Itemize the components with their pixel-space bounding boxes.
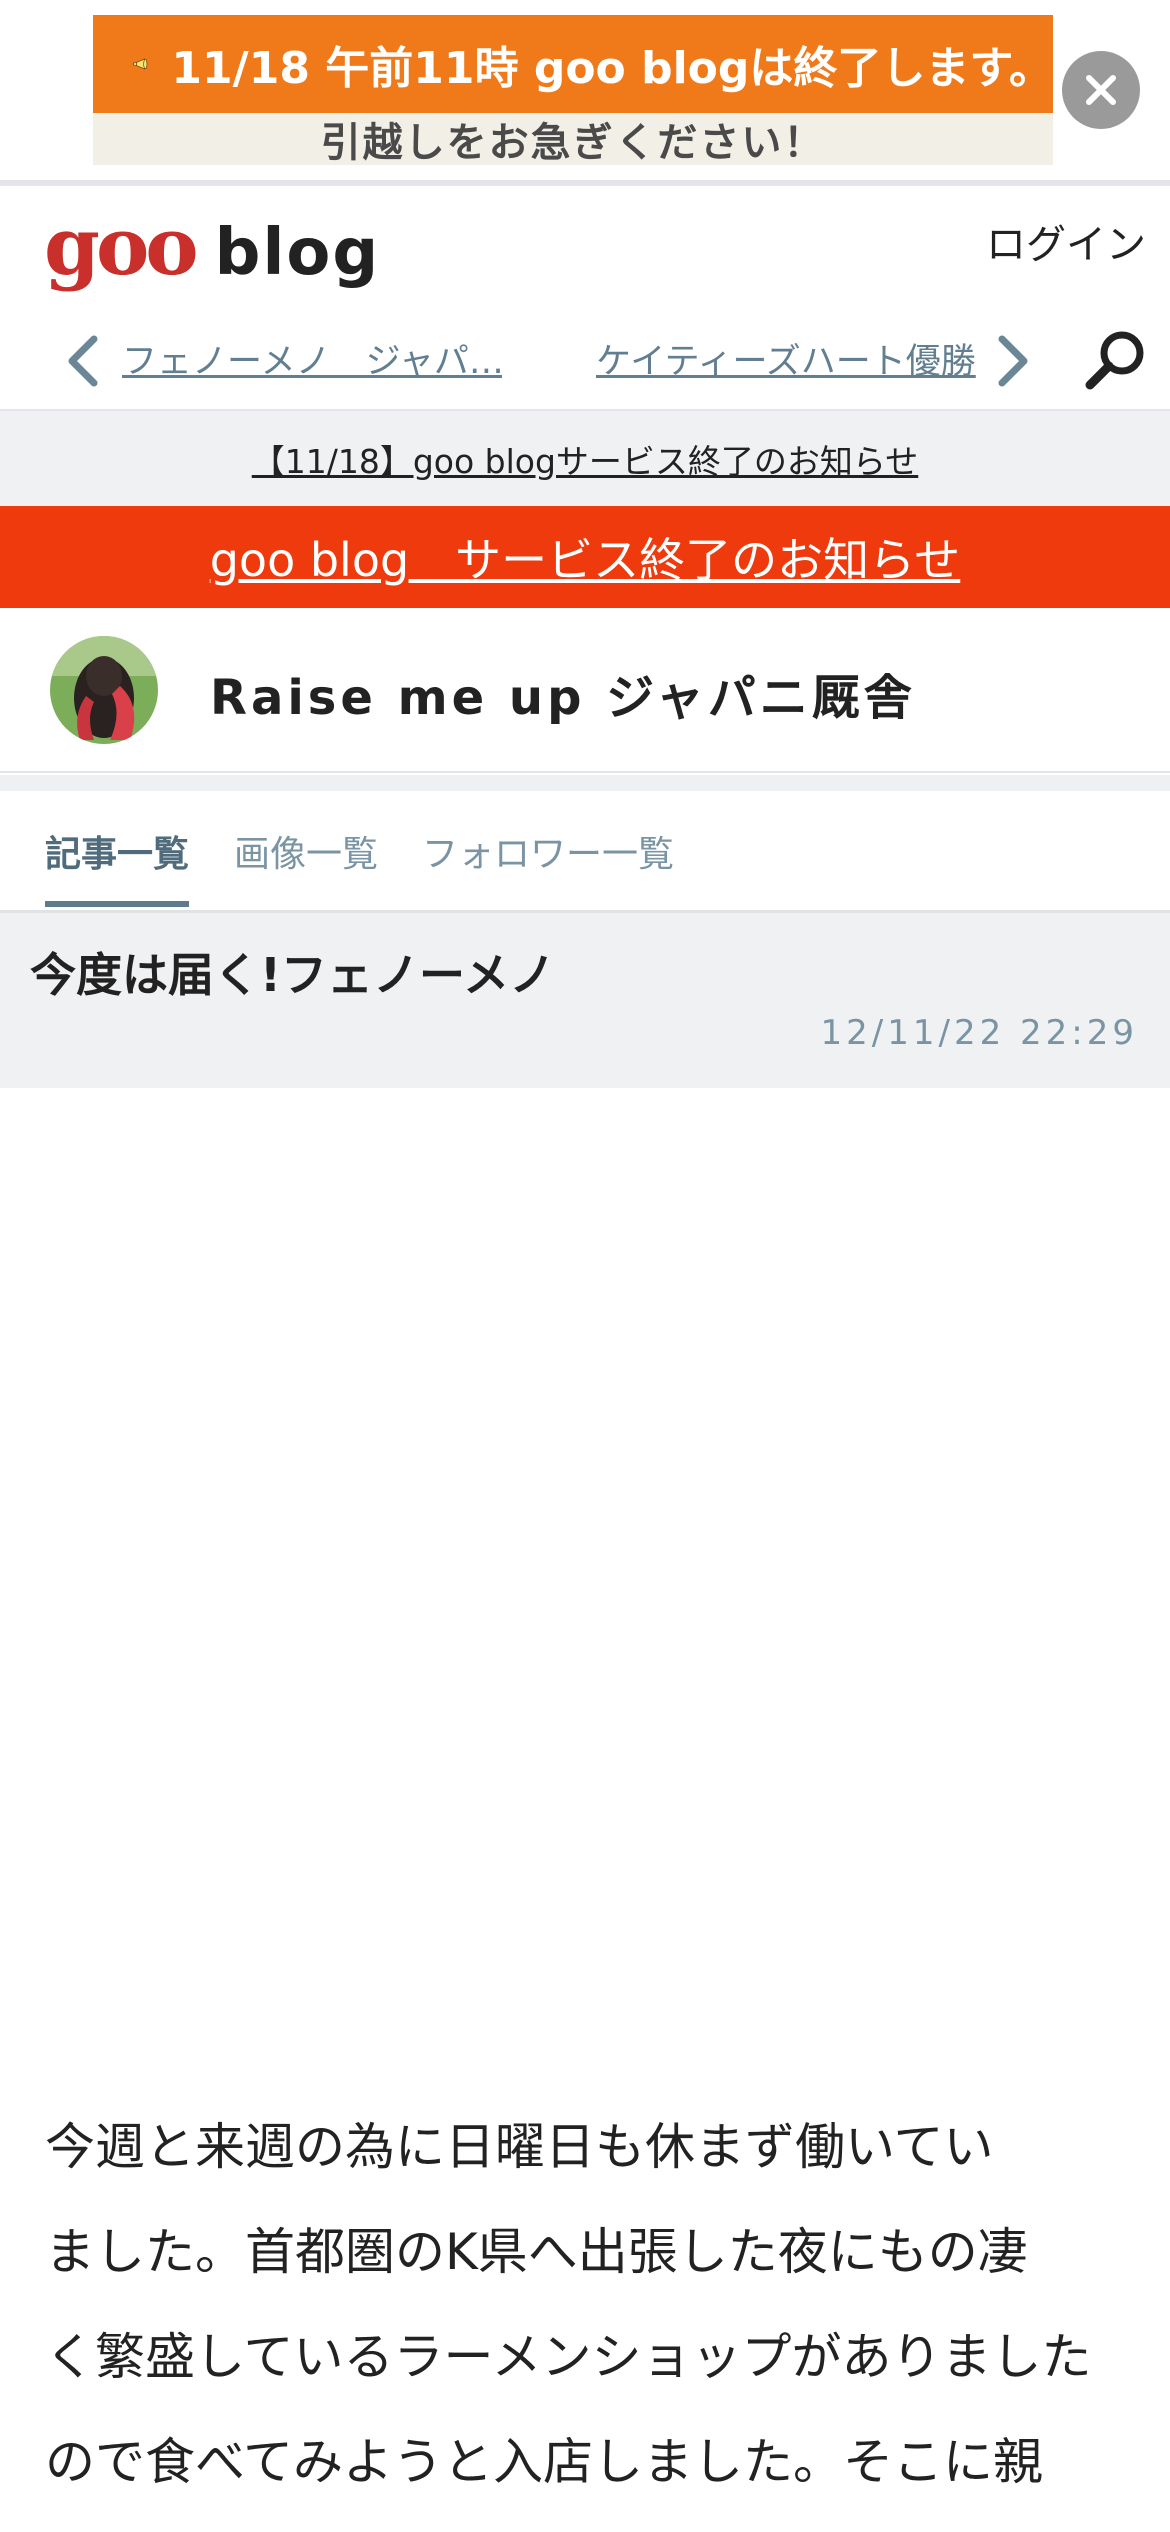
login-link[interactable]: ログイン [986, 212, 1146, 270]
article-image-area [0, 1088, 1170, 2048]
blog-name[interactable]: Raise me up ジャパニ厩舎 [210, 658, 916, 728]
search-icon[interactable] [1082, 327, 1148, 393]
tab-image-list[interactable]: 画像一覧 [234, 825, 378, 877]
tab-follower-list[interactable]: フォロワー一覧 [422, 825, 674, 877]
logo-goo-text: goo [44, 199, 199, 293]
body-line: く繁盛しているラーメンショップがありました [45, 2328, 1092, 2386]
close-icon [1086, 75, 1116, 105]
next-article-link[interactable]: ケイティーズハート優勝 [596, 333, 976, 384]
article-title: 今度は届く!フェノーメノ [30, 948, 556, 1002]
banner-text: goo blog サービス終了のお知らせ [209, 533, 961, 587]
ad-close-button[interactable] [1062, 51, 1140, 129]
megaphone-icon [133, 58, 148, 70]
tab-article-list[interactable]: 記事一覧 [45, 825, 189, 877]
chevron-left-icon[interactable] [60, 331, 108, 391]
divider [0, 775, 1170, 791]
logo-blog-text: blog [214, 216, 381, 290]
blog-title-bar: Raise me up ジャパニ厩舎 [0, 608, 1170, 773]
article-body: 今週と来週の為に日曜日も休まず働いてい ました。首都圏のK県へ出張した夜にもの凄… [45, 2095, 1135, 2515]
active-tab-indicator [45, 901, 189, 907]
ad-headline: 11/18 午前11時 goo blogは終了します。 [171, 43, 1053, 94]
avatar-image [50, 636, 158, 744]
service-end-banner[interactable]: goo blog サービス終了のお知らせ [0, 506, 1170, 608]
chevron-right-icon[interactable] [988, 331, 1036, 391]
blog-tabs: 記事一覧 画像一覧 フォロワー一覧 [0, 791, 1170, 913]
body-line: ました。首都圏のK県へ出張した夜にもの凄 [45, 2223, 1028, 2281]
goo-blog-logo[interactable]: goo blog [44, 206, 380, 286]
article-navigation: フェノーメノ ジャパ… ケイティーズハート優勝 [0, 311, 1170, 411]
ad-top-strip: 11/18 午前11時 goo blogは終了します。 [93, 15, 1053, 113]
notice-text: 【11/18】goo blogサービス終了のお知らせ [251, 441, 919, 481]
article-header: 今度は届く!フェノーメノ 12/11/22 22:29 [0, 913, 1170, 1088]
body-line: 今週と来週の為に日曜日も休まず働いてい [45, 2118, 994, 2176]
prev-article-link[interactable]: フェノーメノ ジャパ… [122, 333, 502, 384]
ad-area: 11/18 午前11時 goo blogは終了します。 引越しをお急ぎください！ [0, 0, 1170, 180]
body-line: ので食べてみようと入店しました。そこに親 [45, 2433, 1043, 2491]
ad-subline: 引越しをお急ぎください！ [320, 120, 826, 166]
ad-banner[interactable]: 11/18 午前11時 goo blogは終了します。 引越しをお急ぎください！ [93, 15, 1053, 166]
service-end-notice-link[interactable]: 【11/18】goo blogサービス終了のお知らせ [0, 411, 1170, 506]
avatar[interactable] [50, 636, 158, 744]
site-header: goo blog ログイン [0, 186, 1170, 311]
article-date: 12/11/22 22:29 [820, 1013, 1138, 1053]
ad-bottom-strip: 引越しをお急ぎください！ [93, 113, 1053, 166]
